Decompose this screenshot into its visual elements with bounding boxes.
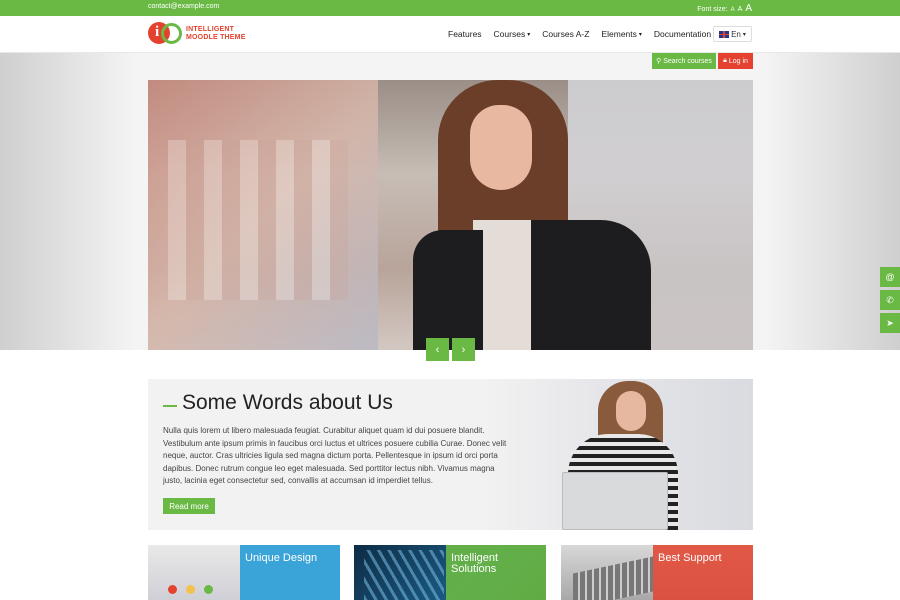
logo-mark-icon: i (148, 22, 182, 45)
about-title: Some Words about Us (182, 391, 393, 414)
uk-flag-icon (719, 30, 730, 38)
title-accent-line (163, 405, 177, 407)
floating-contact-bar: @ ✆ ➤ (880, 267, 900, 336)
feature-card-intelligent-solutions[interactable]: Intelligent Solutions (354, 545, 546, 600)
phone-icon[interactable]: ✆ (880, 290, 900, 310)
site-header: i INTELLIGENT MOODLE THEME Features Cour… (0, 16, 900, 53)
about-body-text: Nulla quis lorem ut libero malesuada feu… (163, 426, 507, 486)
font-size-label: Font size: (697, 6, 728, 13)
email-icon[interactable]: @ (880, 267, 900, 287)
chevron-down-icon: ▾ (742, 31, 746, 38)
font-size-large-button[interactable]: A (745, 3, 752, 14)
language-selector[interactable]: En ▾ (713, 26, 752, 42)
search-icon: ⚲ (656, 58, 662, 65)
hero-slide-image (148, 80, 753, 350)
logo-text: INTELLIGENT MOODLE THEME (186, 25, 246, 41)
nav-item-documentation[interactable]: Documentation (654, 29, 711, 39)
feature-card-best-support[interactable]: Best Support (561, 545, 753, 600)
about-section: Some Words about Us Nulla quis lorem ut … (148, 379, 753, 530)
nav-item-features[interactable]: Features (448, 29, 482, 39)
site-logo[interactable]: i INTELLIGENT MOODLE THEME (148, 22, 246, 45)
feature-card-unique-design[interactable]: Unique Design (148, 545, 340, 600)
chevron-down-icon: ▾ (527, 31, 531, 38)
feature-card-title: Intelligent Solutions (446, 545, 546, 600)
lock-icon: 🔒︎ (723, 57, 727, 64)
dna-helix-image (364, 550, 444, 600)
keyboard-image (573, 556, 653, 600)
login-button[interactable]: 🔒︎ Log in (718, 53, 753, 69)
feature-card-title: Unique Design (240, 545, 340, 600)
slider-next-button[interactable]: › (452, 338, 475, 361)
laptop-image (562, 472, 668, 530)
search-courses-button[interactable]: ⚲ Search courses (652, 53, 716, 69)
read-more-button[interactable]: Read more (163, 498, 215, 514)
top-bar: contact@example.com Font size: A A A (0, 0, 900, 16)
nav-item-elements[interactable]: Elements ▾ (601, 29, 641, 39)
slider-prev-button[interactable]: ‹ (426, 338, 449, 361)
hero-person-image (413, 80, 653, 350)
nav-item-courses-a-z[interactable]: Courses A-Z (542, 29, 589, 39)
chevron-right-icon: › (461, 343, 466, 356)
chevron-down-icon: ▾ (638, 31, 642, 38)
contact-email-link[interactable]: contact@example.com (148, 3, 219, 10)
font-size-medium-button[interactable]: A (738, 6, 743, 13)
font-size-small-button[interactable]: A (731, 7, 735, 13)
chevron-left-icon: ‹ (435, 343, 440, 356)
location-icon[interactable]: ➤ (880, 313, 900, 333)
language-label: En (731, 29, 741, 39)
about-person-image (528, 379, 753, 530)
main-navigation: Features Courses ▾ Courses A-Z Elements ▾ … (448, 29, 723, 39)
nav-item-courses[interactable]: Courses ▾ (494, 29, 531, 39)
font-size-control: Font size: A A A (697, 3, 752, 14)
feature-card-title: Best Support (653, 545, 753, 600)
